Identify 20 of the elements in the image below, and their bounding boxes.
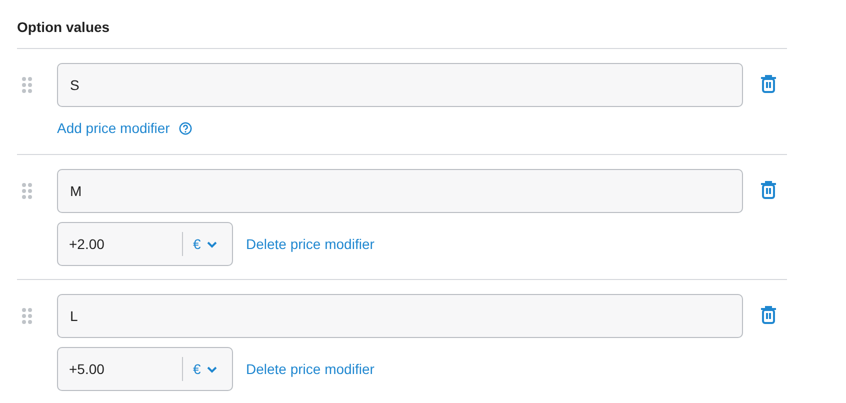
caret-icon [206, 366, 217, 372]
option-value-field[interactable]: L [57, 294, 743, 338]
delete-price-modifier-link[interactable]: Delete price modifier [246, 361, 374, 377]
price-modifier-field[interactable]: +2.00 € [57, 222, 233, 266]
help-icon[interactable] [178, 122, 192, 134]
delete-price-modifier-link[interactable]: Delete price modifier [246, 236, 374, 252]
option-value-field[interactable]: M [57, 169, 743, 213]
trash-icon[interactable] [760, 180, 777, 199]
section-title: Option values [17, 17, 787, 49]
add-price-modifier-link[interactable]: Add price modifier [57, 120, 170, 136]
option-value-field[interactable]: S [57, 63, 743, 107]
trash-icon[interactable] [760, 305, 777, 324]
drag-handle-icon[interactable] [22, 183, 32, 199]
drag-handle-icon[interactable] [22, 308, 32, 324]
caret-icon [206, 240, 217, 248]
trash-icon[interactable] [760, 74, 777, 93]
drag-handle-icon[interactable] [22, 77, 32, 93]
currency-select[interactable]: € [182, 357, 217, 381]
currency-select[interactable]: € [182, 232, 217, 256]
price-modifier-field[interactable]: +5.00 € [57, 347, 233, 391]
